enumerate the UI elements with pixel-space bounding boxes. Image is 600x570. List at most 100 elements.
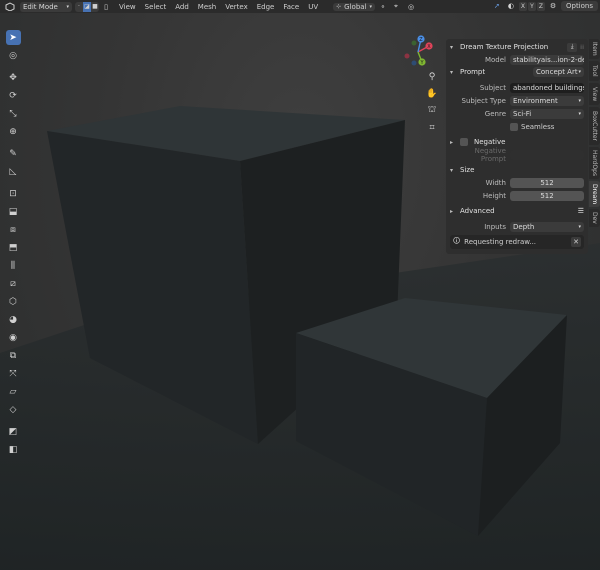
hops-icon[interactable]: ◧ (6, 442, 21, 457)
prompt-header[interactable]: ▾ Prompt Concept Art ▾ (450, 66, 584, 78)
shrink-fatten-icon[interactable]: ⤧ (6, 366, 21, 381)
tab-hardops[interactable]: HardOps (589, 147, 600, 179)
sidebar-tabs: Item Tool View BoxCutter HardOps Dream D… (589, 39, 600, 227)
menu-face[interactable]: Face (283, 3, 299, 11)
inset-icon[interactable]: ⧈ (6, 222, 21, 237)
overlay-icon[interactable]: ◐ (506, 1, 516, 11)
transform-icon[interactable]: ⊕ (6, 124, 21, 139)
menu-vertex[interactable]: Vertex (225, 3, 248, 11)
spin-icon[interactable]: ◕ (6, 312, 21, 327)
panel-title-row[interactable]: ▾ Dream Texture Projection ⤓ ⁞⁞ (450, 41, 584, 53)
negative-checkbox[interactable] (460, 138, 468, 146)
inputs-select[interactable]: Depth ▾ (510, 221, 584, 232)
mode-select[interactable]: Edit Mode ▾ (20, 1, 72, 12)
cursor-icon[interactable]: ◎ (6, 48, 21, 63)
mirror-x-toggle[interactable]: X (518, 1, 527, 11)
scale-icon[interactable]: ⤡ (6, 106, 21, 121)
camera-icon[interactable]: ⛫ (425, 104, 439, 117)
chevron-down-icon: ▾ (578, 69, 581, 75)
editor-type-button[interactable] (3, 2, 17, 12)
vertex-select-icon[interactable]: · (75, 2, 83, 12)
bevel-icon[interactable]: ⬒ (6, 240, 21, 255)
list-icon[interactable]: ☰ (578, 207, 584, 215)
extrude-icon[interactable]: ⬓ (6, 204, 21, 219)
tab-item[interactable]: Item (589, 39, 600, 59)
mirror-z-toggle[interactable]: Z (536, 1, 545, 11)
add-cube-icon[interactable]: ⊡ (6, 186, 21, 201)
menu-view[interactable]: View (119, 3, 136, 11)
header-menu: View Select Add Mesh Vertex Edge Face UV (119, 3, 318, 11)
snap-icon[interactable]: ⌖ (391, 2, 401, 12)
gizmo-toggle-icon[interactable]: ➚ (491, 1, 503, 11)
seamless-row: Seamless (450, 120, 584, 133)
width-field[interactable]: 512 (510, 177, 584, 188)
menu-edge[interactable]: Edge (257, 3, 275, 11)
rip-region-icon[interactable]: ◇ (6, 402, 21, 417)
prompt-preset-select[interactable]: Concept Art ▾ (533, 67, 584, 77)
height-field[interactable]: 512 (510, 190, 584, 201)
prompt-preset-value: Concept Art (536, 68, 578, 76)
advanced-header[interactable]: ▸ Advanced ☰ (450, 205, 584, 217)
mirror-y-toggle[interactable]: Y (527, 1, 536, 11)
edge-select-icon[interactable]: ◪ (83, 1, 91, 12)
width-row: Width 512 (450, 176, 584, 189)
smooth-icon[interactable]: ◉ (6, 330, 21, 345)
measure-icon[interactable]: ◺ (6, 164, 21, 179)
genre-label: Genre (484, 109, 506, 118)
transform-orientation-select[interactable]: ⊹ Global ▾ (333, 2, 376, 11)
tab-boxcutter[interactable]: BoxCutter (589, 107, 600, 145)
xray-toggle-icon[interactable]: ▯ (102, 2, 110, 12)
loop-cut-icon[interactable]: ⫼ (6, 258, 21, 273)
tool-shelf: ➤ ◎ ✥ ⟳ ⤡ ⊕ ✎ ◺ ⊡ ⬓ ⧈ ⬒ ⫼ ⧄ ⬡ ◕ ◉ ⧉ ⤧ ▱ … (5, 30, 21, 460)
seamless-checkbox[interactable] (510, 122, 518, 131)
knife-icon[interactable]: ⧄ (6, 276, 21, 291)
menu-mesh[interactable]: Mesh (198, 3, 216, 11)
subject-label: Subject (479, 83, 506, 92)
negative-prompt-input[interactable] (510, 149, 584, 160)
3d-viewport[interactable]: ➤ ◎ ✥ ⟳ ⤡ ⊕ ✎ ◺ ⊡ ⬓ ⧈ ⬒ ⫼ ⧄ ⬡ ◕ ◉ ⧉ ⤧ ▱ … (0, 13, 600, 570)
edge-slide-icon[interactable]: ⧉ (6, 348, 21, 363)
pivot-icon[interactable]: ⚬ (378, 2, 388, 12)
subject-type-select[interactable]: Environment ▾ (510, 95, 584, 106)
menu-add[interactable]: Add (175, 3, 189, 11)
zoom-icon[interactable]: ⚲ (425, 70, 439, 83)
negative-header-label: Negative (474, 138, 506, 146)
shear-icon[interactable]: ▱ (6, 384, 21, 399)
move-icon[interactable]: ✥ (6, 70, 21, 85)
subject-input[interactable]: abandoned buildings (510, 82, 584, 93)
model-select[interactable]: stabilityais...ion-2-depth ▾ (510, 54, 584, 65)
grid-perspective-icon[interactable]: ⌗ (425, 121, 439, 134)
inputs-value: Depth (513, 222, 535, 231)
face-select-icon[interactable]: ■ (91, 2, 99, 12)
nav-buttons: ⚲ ✋ ⛫ ⌗ (425, 70, 439, 134)
rotate-icon[interactable]: ⟳ (6, 88, 21, 103)
download-icon[interactable]: ⤓ (567, 42, 578, 52)
drag-handle-icon[interactable]: ⁞⁞ (580, 44, 584, 51)
auto-merge-icon[interactable]: ⚙ (548, 1, 558, 11)
menu-select[interactable]: Select (145, 3, 167, 11)
select-box-icon[interactable]: ➤ (5, 30, 21, 45)
seamless-label: Seamless (521, 122, 555, 131)
boxcutter-icon[interactable]: ◩ (6, 424, 21, 439)
subject-row: Subject abandoned buildings (450, 81, 584, 94)
tab-view[interactable]: View (589, 83, 600, 105)
menu-uv[interactable]: UV (308, 3, 318, 11)
info-icon: 🛈 (453, 236, 461, 245)
poly-build-icon[interactable]: ⬡ (6, 294, 21, 309)
tab-dev[interactable]: Dev (589, 209, 600, 227)
close-icon[interactable]: ✕ (571, 237, 581, 247)
header-right: ➚ ◐ X Y Z ⚙ Options (491, 1, 598, 11)
navigation-gizmo[interactable]: X Y Z (400, 34, 436, 70)
annotate-icon[interactable]: ✎ (6, 146, 21, 161)
tab-dream[interactable]: Dream (589, 181, 600, 207)
pan-hand-icon[interactable]: ✋ (425, 87, 439, 100)
size-header[interactable]: ▾ Size (450, 164, 584, 176)
genre-select[interactable]: Sci-Fi ▾ (510, 108, 584, 119)
proportional-edit-icon[interactable]: ◎ (404, 2, 418, 12)
options-button[interactable]: Options (560, 1, 598, 11)
chevron-down-icon: ▾ (450, 166, 454, 174)
tab-tool[interactable]: Tool (589, 61, 600, 81)
chevron-down-icon: ▾ (578, 223, 581, 230)
panel-title: Dream Texture Projection (460, 43, 549, 51)
subject-value: abandoned buildings (513, 83, 584, 92)
